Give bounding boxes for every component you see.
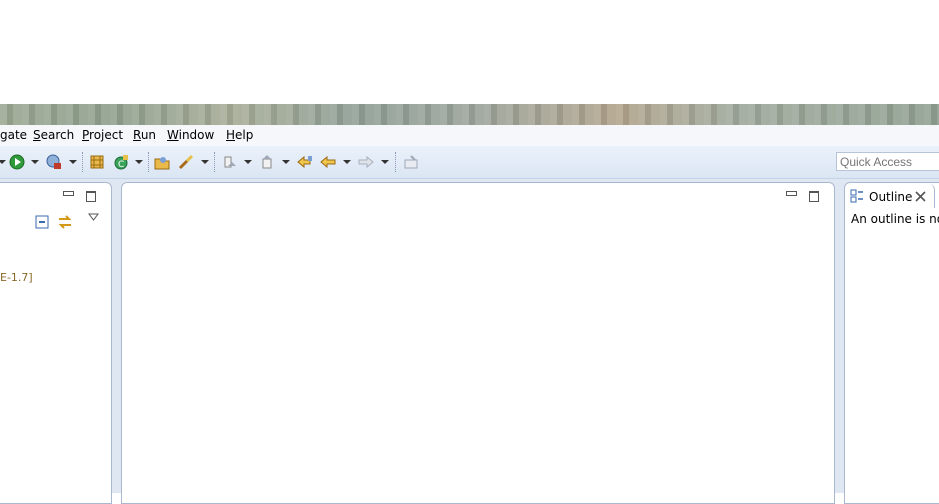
maximize-view-button[interactable] [86, 191, 96, 202]
chevron-down-icon[interactable] [244, 160, 252, 164]
new-class-icon[interactable]: C [113, 154, 129, 170]
prev-annotation-icon[interactable] [259, 154, 275, 170]
svg-text:C: C [118, 160, 124, 170]
new-java-package-icon[interactable] [89, 154, 105, 170]
outline-empty-message: An outline is not [851, 212, 939, 226]
toolbar-separator [82, 152, 84, 172]
chevron-down-icon[interactable] [69, 160, 77, 164]
link-with-editor-icon[interactable] [57, 214, 73, 230]
minimize-editor-button[interactable] [786, 191, 797, 196]
chevron-down-icon[interactable] [282, 160, 290, 164]
chevron-down-icon[interactable] [201, 160, 209, 164]
open-type-icon[interactable] [154, 154, 170, 170]
menu-help[interactable]: Help [226, 128, 253, 142]
outline-tab-label: Outline [869, 190, 913, 204]
minimize-view-button[interactable] [63, 191, 74, 196]
run-icon[interactable] [9, 154, 25, 170]
pin-editor-icon[interactable] [403, 154, 419, 170]
chevron-down-icon[interactable] [381, 160, 389, 164]
next-annotation-icon[interactable] [222, 154, 238, 170]
package-explorer-view [0, 182, 112, 504]
window-title-bar [0, 104, 939, 125]
outline-icon [850, 189, 863, 203]
main-toolbar: C [0, 146, 939, 179]
view-menu-icon[interactable] [88, 213, 99, 221]
maximize-editor-button[interactable] [809, 191, 819, 202]
editor-area[interactable] [121, 182, 835, 504]
tree-item-jre[interactable]: E-1.7] [0, 271, 33, 284]
menu-bar: gate Search Project Run Window Help [0, 125, 939, 147]
search-icon[interactable] [178, 154, 194, 170]
menu-run[interactable]: Run [133, 128, 156, 142]
outline-view [844, 182, 939, 504]
chevron-down-icon[interactable] [31, 160, 39, 164]
coverage-icon[interactable] [46, 154, 62, 170]
chevron-down-icon[interactable] [0, 160, 6, 164]
toolbar-separator [395, 152, 397, 172]
forward-icon[interactable] [358, 154, 374, 170]
menu-project[interactable]: Project [82, 128, 123, 142]
menu-navigate[interactable]: gate [0, 128, 27, 142]
chevron-down-icon[interactable] [135, 160, 143, 164]
back-icon[interactable] [320, 154, 336, 170]
menu-window[interactable]: Window [167, 128, 214, 142]
collapse-all-icon[interactable] [35, 215, 49, 229]
toolbar-separator [214, 152, 216, 172]
toolbar-separator [148, 152, 150, 172]
last-edit-location-icon[interactable] [297, 154, 313, 170]
menu-search[interactable]: Search [33, 128, 74, 142]
quick-access-input[interactable] [836, 152, 939, 171]
chevron-down-icon[interactable] [343, 160, 351, 164]
close-icon[interactable] [915, 191, 926, 202]
